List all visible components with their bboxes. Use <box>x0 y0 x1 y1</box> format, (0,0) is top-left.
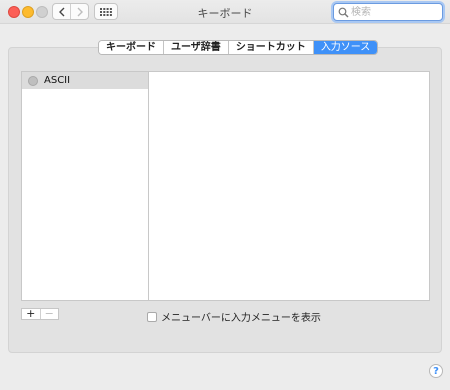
show-input-menu-label[interactable]: メニューバーに入力メニューを表示 <box>161 309 321 324</box>
tab-bar: キーボード ユーザ辞書 ショートカット 入力ソース <box>98 40 379 55</box>
remove-input-source-button[interactable]: − <box>39 308 59 319</box>
input-source-label: ASCII <box>44 75 71 86</box>
title-bar: キーボード <box>0 0 450 23</box>
input-source-detail-pane <box>148 71 430 301</box>
toolbar-divider <box>0 23 450 24</box>
add-input-source-button[interactable]: + <box>22 308 40 319</box>
input-source-icon <box>28 75 38 86</box>
show-input-menu-option: メニューバーに入力メニューを表示 <box>147 309 321 324</box>
add-remove-control: + − <box>21 308 59 320</box>
show-input-menu-checkbox[interactable] <box>147 311 157 322</box>
help-button[interactable]: ? <box>429 364 443 378</box>
tab-user-dictionary[interactable]: ユーザ辞書 <box>163 41 228 54</box>
list-item[interactable]: ASCII <box>22 72 148 89</box>
tab-shortcuts[interactable]: ショートカット <box>227 41 313 54</box>
search-input[interactable] <box>351 5 437 19</box>
input-source-list[interactable]: ASCII <box>21 71 148 301</box>
tab-keyboard[interactable]: キーボード <box>99 41 163 54</box>
search-icon <box>338 7 349 18</box>
search-field[interactable] <box>333 3 443 21</box>
tab-input-sources[interactable]: 入力ソース <box>312 41 378 54</box>
